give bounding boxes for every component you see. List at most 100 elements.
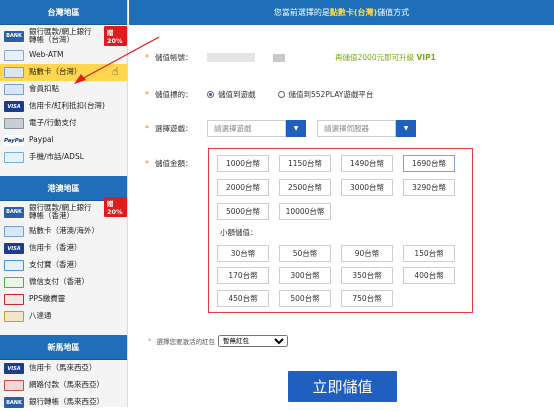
- sidebar-item-label: Web-ATM: [29, 50, 64, 60]
- small-amount-option[interactable]: 170台幣: [217, 267, 269, 284]
- sidebar-item-bank-transfer-my[interactable]: BANK 銀行轉帳（馬來西亞）: [0, 394, 127, 411]
- atm-icon: [4, 50, 24, 61]
- small-amount-option[interactable]: 450台幣: [217, 290, 269, 307]
- promo-badge: 贈20%: [104, 197, 127, 217]
- upgrade-note: 再儲值2000元即可升級 VIP1: [335, 52, 436, 63]
- amount-option[interactable]: 10000台幣: [279, 203, 331, 220]
- sidebar-item-label: 點數卡（港澳/海外）: [29, 226, 100, 236]
- amount-option[interactable]: 1000台幣: [217, 155, 269, 172]
- pps-icon: [4, 294, 24, 305]
- sidebar-item-bank-transfer-hk[interactable]: BANK 銀行匯款/網上銀行 轉帳（香港） 贈20%: [0, 197, 127, 223]
- target-label: 儲值標的：: [155, 90, 193, 99]
- submit-button[interactable]: 立即儲值: [288, 371, 397, 402]
- sidebar-item-wechat-pay-hk[interactable]: 微信支付（香港）: [0, 274, 127, 291]
- sidebar-item-label: 會員扣點: [29, 84, 59, 94]
- small-amount-title: 小額儲值：: [220, 228, 258, 237]
- account-value-masked: [273, 53, 285, 62]
- required-star-icon: *: [145, 159, 149, 168]
- sidebar-item-label: 銀行匯款/網上銀行 轉帳（香港）: [29, 202, 92, 220]
- visa-icon: VISA: [4, 243, 24, 254]
- phone-icon: [4, 152, 24, 163]
- game-select[interactable]: 請選擇遊戲: [207, 120, 286, 137]
- amount-option-selected[interactable]: 1690台幣: [403, 155, 455, 172]
- amount-option[interactable]: 2500台幣: [279, 179, 331, 196]
- sidebar-item-label: 信用卡/紅利抵扣(台灣): [29, 101, 105, 111]
- visa-icon: VISA: [4, 363, 24, 374]
- radio-unselected-icon: [277, 91, 285, 98]
- small-amount-option[interactable]: 750台幣: [341, 290, 393, 307]
- amount-option[interactable]: 2000台幣: [217, 179, 269, 196]
- sidebar-item-alipay-hk[interactable]: 支付寶（香港）: [0, 257, 127, 274]
- sidebar-item-octopus[interactable]: 八達通: [0, 308, 127, 325]
- coupon-row: * 選擇您要激活的紅包 暫無紅包: [148, 335, 288, 347]
- amount-row: * 儲值金額：: [129, 158, 207, 169]
- small-amount-option[interactable]: 400台幣: [403, 267, 455, 284]
- radio-label: 儲值到遊戲: [218, 90, 256, 99]
- bank-icon: BANK: [4, 397, 24, 408]
- selected-method-header: 您當前選擇的是 點數卡(台灣) 儲值方式: [129, 0, 554, 25]
- sidebar-item-label: 電子/行動支付: [29, 118, 77, 128]
- sidebar-item-credit-card-tw[interactable]: VISA 信用卡/紅利抵扣(台灣): [0, 98, 127, 115]
- sidebar-item-pps[interactable]: PPS繳費靈: [0, 291, 127, 308]
- required-star-icon: *: [145, 90, 149, 99]
- sidebar-item-label: 手機/市話/ADSL: [29, 152, 84, 162]
- paypal-icon: PayPal: [4, 135, 24, 146]
- sidebar-item-label: 銀行轉帳（馬來西亞）: [29, 397, 104, 407]
- required-star-icon: *: [148, 337, 152, 345]
- required-star-icon: *: [145, 124, 149, 133]
- sidebar-item-label: 八達通: [29, 311, 52, 321]
- sidebar-item-paypal[interactable]: PayPal Paypal: [0, 132, 127, 149]
- coupon-label: 選擇您要激活的紅包: [156, 338, 216, 346]
- amount-option[interactable]: 1150台幣: [279, 155, 331, 172]
- sidebar-item-label: 信用卡（香港）: [29, 243, 82, 253]
- game-label: 選擇遊戲：: [155, 124, 193, 133]
- mobile-payment-icon: [4, 118, 24, 129]
- server-select-dropdown-icon[interactable]: ▼: [396, 120, 416, 137]
- header-prefix: 您當前選擇的是: [273, 8, 330, 17]
- header-suffix: 儲值方式: [377, 8, 410, 17]
- amount-option[interactable]: 3000台幣: [341, 179, 393, 196]
- point-card-icon: [4, 67, 24, 78]
- visa-icon: VISA: [4, 101, 24, 112]
- small-amount-option[interactable]: 300台幣: [279, 267, 331, 284]
- small-amount-option[interactable]: 350台幣: [341, 267, 393, 284]
- small-amount-option[interactable]: 50台幣: [279, 245, 331, 262]
- bank-icon: BANK: [4, 206, 24, 218]
- section-title-singapore-malaysia: 新馬地區: [0, 335, 127, 360]
- account-row: * 儲值帳號： 再儲值2000元即可升級 VIP1: [129, 52, 436, 63]
- amount-option[interactable]: 1490台幣: [341, 155, 393, 172]
- section-title-taiwan: 台灣地區: [0, 0, 127, 25]
- sidebar-item-credit-card-hk[interactable]: VISA 信用卡（香港）: [0, 240, 127, 257]
- sidebar-item-online-payment-my[interactable]: 網路付款（馬來西亞）: [0, 377, 127, 394]
- vip-level: VIP1: [416, 53, 436, 62]
- small-amount-option[interactable]: 30台幣: [217, 245, 269, 262]
- radio-selected-icon: [207, 91, 214, 98]
- sidebar-item-credit-card-my[interactable]: VISA 信用卡（馬來西亞）: [0, 360, 127, 377]
- sidebar-item-label: 微信支付（香港）: [29, 277, 89, 287]
- coupon-select[interactable]: 暫無紅包: [218, 335, 288, 347]
- annotation-arrow-head: [74, 74, 86, 84]
- server-select[interactable]: 請選擇伺服器: [317, 120, 396, 137]
- amount-options-box: 1000台幣 1150台幣 1490台幣 1690台幣 2000台幣 2500台…: [208, 148, 473, 313]
- small-amount-option[interactable]: 500台幣: [279, 290, 331, 307]
- game-select-dropdown-icon[interactable]: ▼: [286, 120, 306, 137]
- amount-option[interactable]: 5000台幣: [217, 203, 269, 220]
- sidebar-item-point-card-hk[interactable]: 點數卡（港澳/海外）: [0, 223, 127, 240]
- sidebar-item-label: 信用卡（馬來西亞）: [29, 363, 97, 373]
- sidebar-item-phone-adsl[interactable]: 手機/市話/ADSL: [0, 149, 127, 166]
- point-card-icon: [4, 226, 24, 237]
- sidebar-item-e-payment[interactable]: 電子/行動支付: [0, 115, 127, 132]
- account-value-masked: [207, 53, 255, 62]
- target-option-platform[interactable]: 儲值到552PLAY遊戲平台: [277, 89, 373, 100]
- small-amount-option[interactable]: 150台幣: [403, 245, 455, 262]
- small-amount-option[interactable]: 90台幣: [341, 245, 393, 262]
- sidebar-item-label: PPS繳費靈: [29, 294, 66, 304]
- upgrade-prefix: 再儲值2000元即可升級: [335, 53, 417, 62]
- sidebar-item-label: 網路付款（馬來西亞）: [29, 380, 104, 390]
- target-option-game[interactable]: 儲值到遊戲: [207, 89, 256, 100]
- amount-option[interactable]: 3290台幣: [403, 179, 455, 196]
- bank-icon: BANK: [4, 30, 24, 42]
- amount-label: 儲值金額：: [155, 159, 193, 168]
- member-card-icon: [4, 84, 24, 95]
- target-row: * 儲值標的： 儲值到遊戲 儲值到552PLAY遊戲平台: [129, 89, 395, 100]
